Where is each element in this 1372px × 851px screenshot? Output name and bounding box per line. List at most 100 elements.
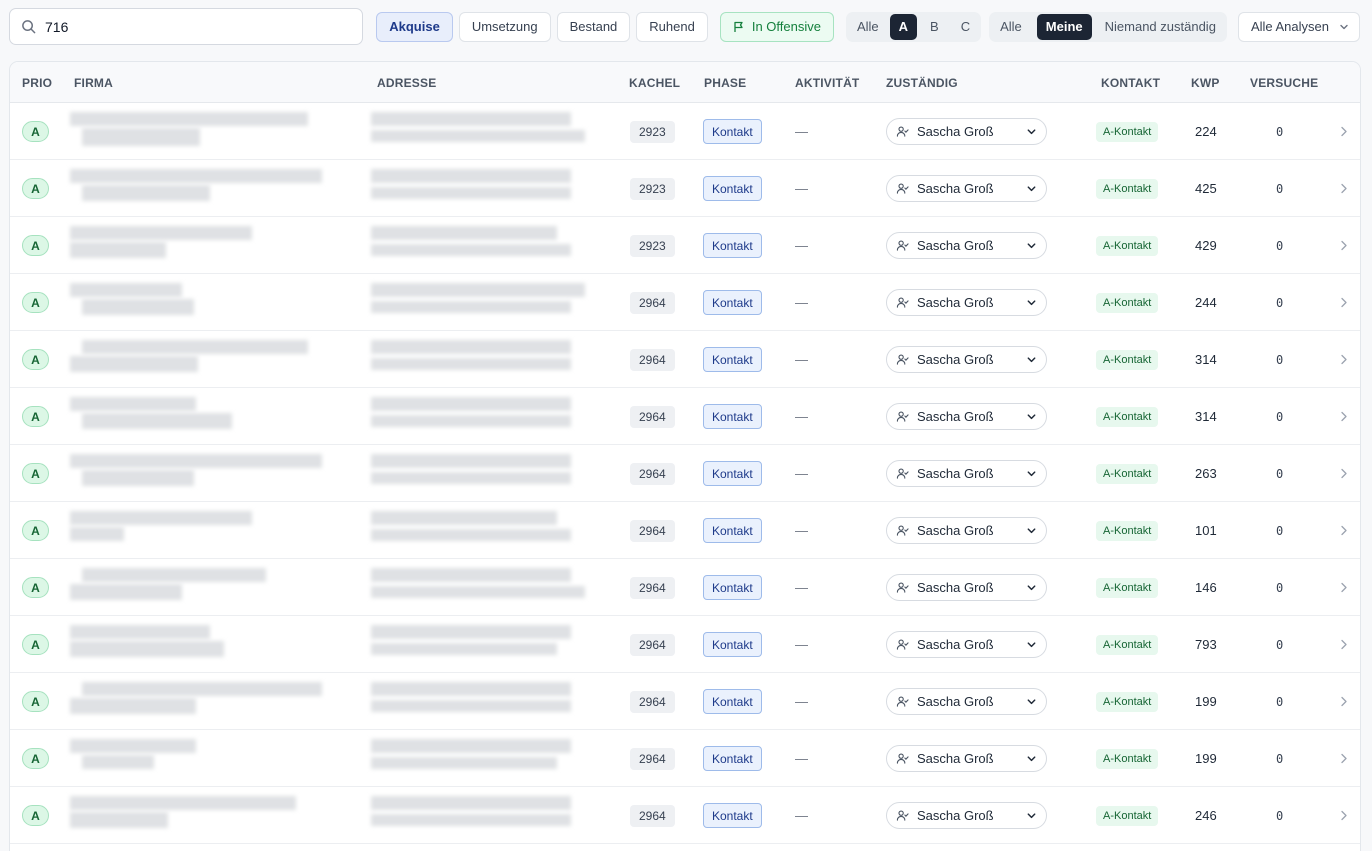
contact-badge: A-Kontakt — [1096, 178, 1159, 199]
col-kontakt[interactable]: KONTAKT — [1101, 76, 1160, 90]
contact-badge: A-Kontakt — [1096, 577, 1159, 598]
table-row[interactable]: A 2964 Kontakt — Sascha Groß A-Kontakt 3… — [10, 331, 1360, 388]
analysis-dropdown[interactable]: Alle Analysen — [1237, 11, 1360, 42]
phase-badge: Kontakt — [703, 290, 762, 315]
prio-a-tab[interactable]: A — [889, 13, 918, 40]
address-redacted — [371, 224, 587, 268]
kachel-badge: 2964 — [630, 804, 675, 827]
col-kachel[interactable]: KACHEL — [629, 76, 680, 90]
kwp-value: 224 — [1195, 124, 1217, 139]
address-redacted — [371, 452, 587, 496]
in-offensive-button[interactable]: In Offensive — [719, 11, 834, 42]
chevron-right-icon — [1341, 639, 1347, 650]
search-box[interactable] — [9, 8, 364, 45]
assignee-select[interactable]: Sascha Groß — [886, 802, 1047, 829]
table-row[interactable]: A 2964 Kontakt — Sascha Groß A-Kontakt 7… — [10, 616, 1360, 673]
activity-value: — — [795, 181, 808, 196]
phase-badge: Kontakt — [703, 404, 762, 429]
col-aktivitaet[interactable]: AKTIVITÄT — [795, 76, 859, 90]
assignee-name: Sascha Groß — [917, 181, 994, 196]
table-row[interactable]: A 2964 Kontakt — Sascha Groß A-Kontakt 2… — [10, 445, 1360, 502]
assignee-name: Sascha Groß — [917, 637, 994, 652]
table-row[interactable]: A 2964 Kontakt — Sascha Groß A-Kontakt 1… — [10, 673, 1360, 730]
assignee-name: Sascha Groß — [917, 409, 994, 424]
table-row[interactable]: A 2964 Kontakt — Sascha Groß A-Kontakt 1… — [10, 730, 1360, 787]
table-row[interactable]: A 2964 Kontakt — Sascha Groß A-Kontakt 1… — [10, 502, 1360, 559]
assignee-name: Sascha Groß — [917, 124, 994, 139]
kachel-badge: 2964 — [630, 462, 675, 485]
attempts-value: 0 — [1276, 580, 1284, 595]
col-zustaendig[interactable]: ZUSTÄNDIG — [886, 76, 958, 90]
owner-mine-tab[interactable]: Meine — [1036, 13, 1092, 40]
chevron-down-icon — [1027, 585, 1036, 591]
chevron-down-icon — [1027, 243, 1036, 249]
owner-none-tab[interactable]: Niemand zuständig — [1096, 14, 1225, 40]
assignee-select[interactable]: Sascha Groß — [886, 289, 1047, 316]
kwp-value: 314 — [1195, 409, 1217, 424]
assignee-select[interactable]: Sascha Groß — [886, 574, 1047, 601]
table-row[interactable]: A 2964 Kontakt — Sascha Groß A-Kontakt 2… — [10, 787, 1360, 844]
activity-value: — — [795, 238, 808, 253]
firm-name-redacted — [70, 395, 330, 439]
firm-name-redacted — [70, 509, 330, 553]
col-kwp[interactable]: KWP — [1191, 76, 1220, 90]
table-row[interactable]: A 2964 Kontakt — Sascha Groß A-Kontakt 1… — [10, 559, 1360, 616]
chevron-right-icon — [1341, 582, 1347, 593]
kwp-value: 425 — [1195, 181, 1217, 196]
prio-badge: A — [22, 178, 49, 199]
prio-all-tab[interactable]: Alle — [848, 14, 888, 40]
chevron-down-icon — [1027, 642, 1036, 648]
contact-badge: A-Kontakt — [1096, 292, 1159, 313]
assignee-select[interactable]: Sascha Groß — [886, 631, 1047, 658]
assignee-select[interactable]: Sascha Groß — [886, 175, 1047, 202]
phase-badge: Kontakt — [703, 689, 762, 714]
col-versuche[interactable]: VERSUCHE — [1250, 76, 1318, 90]
search-icon — [22, 20, 36, 34]
assignee-name: Sascha Groß — [917, 751, 994, 766]
prio-badge: A — [22, 463, 49, 484]
assignee-select[interactable]: Sascha Groß — [886, 232, 1047, 259]
assignee-select[interactable]: Sascha Groß — [886, 745, 1047, 772]
attempts-value: 0 — [1276, 637, 1284, 652]
chevron-down-icon — [1027, 129, 1036, 135]
filter-ruhend-button[interactable]: Ruhend — [636, 11, 708, 42]
col-prio[interactable]: PRIO — [22, 76, 52, 90]
chevron-down-icon — [1340, 24, 1348, 29]
table-row[interactable]: A 2923 Kontakt — Sascha Groß A-Kontakt 4… — [10, 217, 1360, 274]
assignee-select[interactable]: Sascha Groß — [886, 688, 1047, 715]
user-check-icon — [896, 126, 909, 137]
contact-badge: A-Kontakt — [1096, 463, 1159, 484]
search-input[interactable] — [45, 18, 345, 35]
phase-badge: Kontakt — [703, 803, 762, 828]
firm-name-redacted — [70, 623, 330, 667]
table-row[interactable]: A 2964 Kontakt — Sascha Groß A-Kontakt 3… — [10, 388, 1360, 445]
chevron-right-icon — [1341, 240, 1347, 251]
assignee-select[interactable]: Sascha Groß — [886, 403, 1047, 430]
owner-all-tab[interactable]: Alle — [991, 14, 1031, 40]
table-row[interactable]: A 2964 Kontakt — Sascha Groß A-Kontakt 2… — [10, 274, 1360, 331]
table-row[interactable]: A 2923 Kontakt — Sascha Groß A-Kontakt 2… — [10, 103, 1360, 160]
col-firma[interactable]: FIRMA — [74, 76, 113, 90]
prio-b-tab[interactable]: B — [921, 14, 948, 40]
chevron-down-icon — [1027, 357, 1036, 363]
address-redacted — [371, 167, 587, 211]
filter-akquise-button[interactable]: Akquise — [376, 11, 453, 42]
table-row[interactable]: A 2923 Kontakt — Sascha Groß A-Kontakt 4… — [10, 160, 1360, 217]
assignee-select[interactable]: Sascha Groß — [886, 460, 1047, 487]
address-redacted — [371, 680, 587, 724]
kwp-value: 101 — [1195, 523, 1217, 538]
assignee-select[interactable]: Sascha Groß — [886, 118, 1047, 145]
phase-badge: Kontakt — [703, 233, 762, 258]
firm-name-redacted — [70, 737, 330, 781]
prio-segment: Alle A B C — [845, 11, 982, 42]
phase-badge: Kontakt — [703, 632, 762, 657]
col-adresse[interactable]: ADRESSE — [377, 76, 436, 90]
filter-bestand-button[interactable]: Bestand — [556, 11, 631, 42]
prio-c-tab[interactable]: C — [952, 14, 979, 40]
kachel-badge: 2964 — [630, 348, 675, 371]
filter-umsetzung-button[interactable]: Umsetzung — [458, 11, 551, 42]
phase-badge: Kontakt — [703, 575, 762, 600]
assignee-select[interactable]: Sascha Groß — [886, 517, 1047, 544]
assignee-select[interactable]: Sascha Groß — [886, 346, 1047, 373]
col-phase[interactable]: PHASE — [704, 76, 746, 90]
